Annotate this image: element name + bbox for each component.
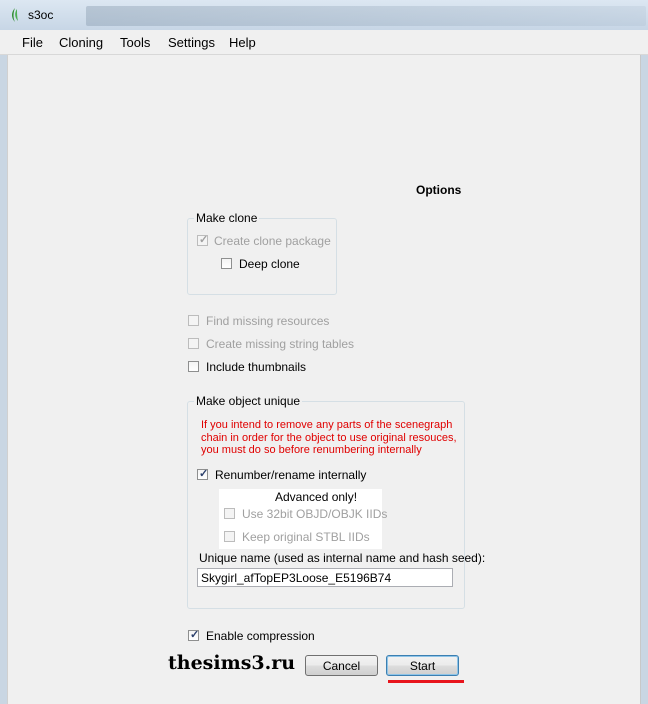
keep-stbl-iids-checkbox[interactable] xyxy=(224,531,235,542)
include-thumbnails-label: Include thumbnails xyxy=(206,360,307,374)
client-border-left xyxy=(7,55,8,704)
use-32bit-iids-checkbox[interactable] xyxy=(224,508,235,519)
menu-cloning[interactable]: Cloning xyxy=(59,35,103,50)
menu-bar: File Cloning Tools Settings Help xyxy=(0,30,648,55)
menu-file[interactable]: File xyxy=(22,35,43,50)
checkmark-icon: ✓ xyxy=(199,468,209,480)
menu-settings[interactable]: Settings xyxy=(168,35,215,50)
options-title: Options xyxy=(416,183,462,197)
make-clone-group-title: Make clone xyxy=(194,211,260,225)
menu-help[interactable]: Help xyxy=(229,35,256,50)
start-button[interactable]: Start xyxy=(386,655,459,676)
make-unique-group-title: Make object unique xyxy=(194,394,303,408)
background-toolbar-ghost xyxy=(86,6,646,26)
title-bar: s3oc xyxy=(0,0,648,30)
unique-name-label: Unique name (used as internal name and h… xyxy=(199,551,486,565)
create-missing-string-tables-checkbox[interactable] xyxy=(188,338,199,349)
renumber-warning-text: If you intend to remove any parts of the… xyxy=(201,419,457,456)
app-icon xyxy=(12,8,18,22)
enable-compression-checkbox[interactable]: ✓ xyxy=(188,629,200,641)
use-32bit-iids-label: Use 32bit OBJD/OBJK IIDs xyxy=(242,507,388,521)
menu-tools[interactable]: Tools xyxy=(120,35,150,50)
window-title: s3oc xyxy=(28,8,54,22)
create-clone-package-label: Create clone package xyxy=(214,234,331,248)
checkmark-icon: ✓ xyxy=(190,629,200,641)
site-watermark: thesims3.ru xyxy=(168,652,296,674)
find-missing-resources-checkbox[interactable] xyxy=(188,315,199,326)
client-border-right xyxy=(640,55,641,704)
find-missing-resources-label: Find missing resources xyxy=(206,314,330,328)
checkmark-icon: ✓ xyxy=(199,234,209,246)
advanced-only-label: Advanced only! xyxy=(275,490,358,504)
deep-clone-label: Deep clone xyxy=(239,257,300,271)
start-highlight-underline xyxy=(388,680,464,683)
unique-name-input[interactable]: Skygirl_afTopEP3Loose_E5196B74 xyxy=(197,568,453,587)
include-thumbnails-checkbox[interactable] xyxy=(188,361,199,372)
enable-compression-label: Enable compression xyxy=(206,629,315,643)
create-clone-package-checkbox[interactable]: ✓ xyxy=(197,234,209,246)
deep-clone-checkbox[interactable] xyxy=(221,258,232,269)
create-missing-string-tables-label: Create missing string tables xyxy=(206,337,355,351)
keep-stbl-iids-label: Keep original STBL IIDs xyxy=(242,530,370,544)
renumber-label: Renumber/rename internally xyxy=(215,468,367,482)
cancel-button[interactable]: Cancel xyxy=(305,655,378,676)
renumber-checkbox[interactable]: ✓ xyxy=(197,468,209,480)
